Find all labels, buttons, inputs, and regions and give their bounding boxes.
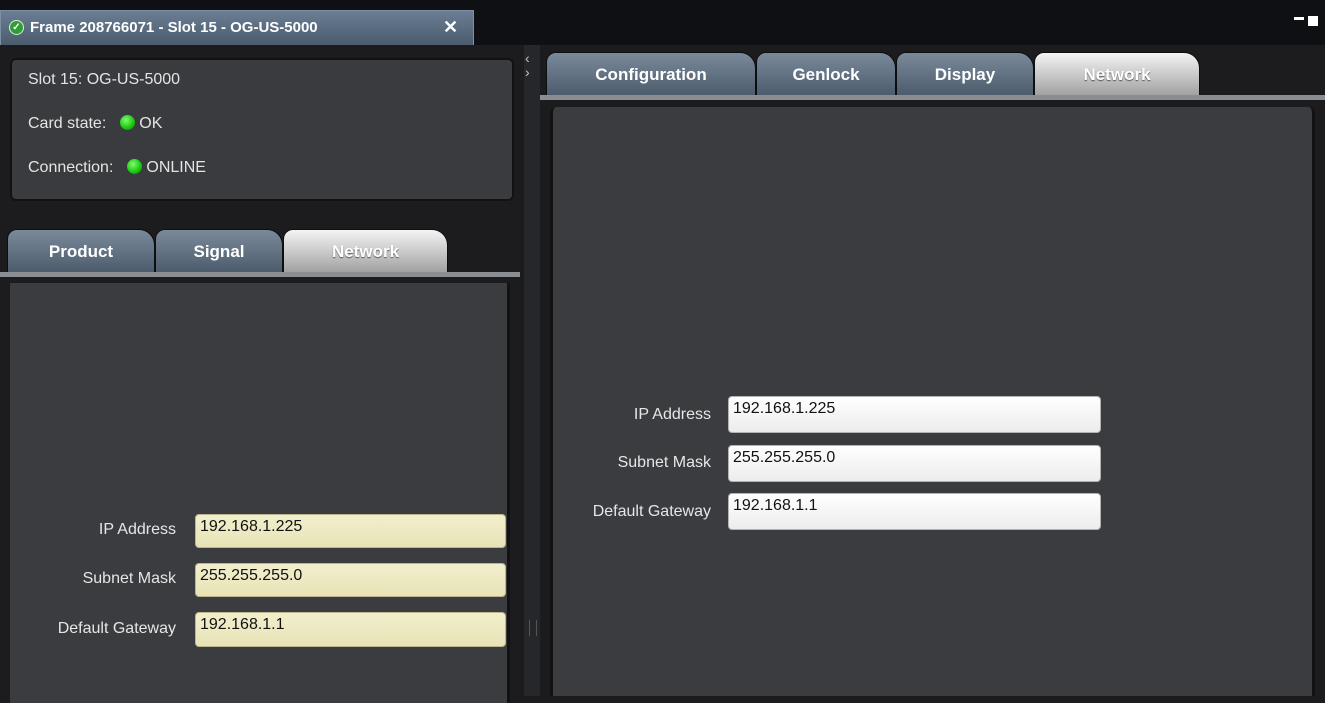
left-tab-bar: Product Signal Network — [0, 229, 524, 277]
subnet-mask-label: Subnet Mask — [617, 454, 711, 471]
tab-product[interactable]: Product — [7, 229, 155, 275]
default-gateway-label: Default Gateway — [592, 503, 711, 520]
left-network-panel: IP Address 192.168.1.225 Subnet Mask 255… — [10, 283, 510, 703]
status-online-indicator-icon — [127, 159, 143, 174]
tab-genlock[interactable]: Genlock — [756, 52, 896, 98]
collapse-arrows-icon[interactable]: ‹ › — [525, 51, 530, 79]
frame-document-tab[interactable]: ✓ Frame 208766071 - Slot 15 - OG-US-5000… — [0, 10, 474, 45]
card-info-panel: Slot 15: OG-US-5000 Card state: OK Connec… — [10, 58, 514, 201]
document-tab-strip: ✓ Frame 208766071 - Slot 15 - OG-US-5000… — [0, 0, 1325, 45]
pane-splitter[interactable]: ‹ › — [524, 45, 540, 696]
connection-label: Connection: — [28, 159, 114, 176]
frame-tab-title: Frame 208766071 - Slot 15 - OG-US-5000 — [30, 19, 318, 36]
tab-signal[interactable]: Signal — [155, 229, 283, 275]
ip-address-label: IP Address — [98, 521, 176, 538]
splitter-grip-icon[interactable] — [529, 620, 537, 636]
subnet-mask-label: Subnet Mask — [82, 570, 176, 587]
left-pane: Slot 15: OG-US-5000 Card state: OK Connec… — [0, 45, 524, 703]
ip-address-label: IP Address — [633, 406, 711, 423]
default-gateway-label: Default Gateway — [57, 620, 176, 637]
close-icon[interactable]: ✕ — [443, 17, 458, 38]
card-state-label: Card state: — [28, 115, 107, 132]
ip-address-field[interactable]: 192.168.1.225 — [195, 514, 506, 548]
default-gateway-field[interactable]: 192.168.1.1 — [728, 493, 1101, 530]
tab-display[interactable]: Display — [896, 52, 1034, 98]
tab-network[interactable]: Network — [1034, 52, 1200, 98]
card-state-row: Card state: OK — [28, 115, 162, 133]
right-tab-underline — [540, 95, 1325, 100]
right-pane: Configuration Genlock Display Network IP… — [540, 45, 1325, 696]
tab-network[interactable]: Network — [283, 229, 448, 275]
card-state-value: OK — [139, 115, 163, 132]
subnet-mask-field[interactable]: 255.255.255.0 — [728, 445, 1101, 482]
status-ok-indicator-icon — [120, 115, 136, 130]
maximize-icon[interactable] — [1308, 16, 1318, 26]
minimize-icon[interactable] — [1294, 17, 1304, 20]
ip-address-field[interactable]: 192.168.1.225 — [728, 396, 1101, 433]
connection-value: ONLINE — [146, 159, 206, 176]
right-tab-bar: Configuration Genlock Display Network — [540, 52, 1325, 98]
connection-row: Connection: ONLINE — [28, 159, 206, 177]
subnet-mask-field[interactable]: 255.255.255.0 — [195, 563, 506, 597]
slot-label: Slot 15: OG-US-5000 — [28, 71, 181, 88]
right-network-panel: IP Address 192.168.1.225 Subnet Mask 255… — [550, 107, 1315, 696]
default-gateway-field[interactable]: 192.168.1.1 — [195, 612, 506, 647]
tab-configuration[interactable]: Configuration — [546, 52, 756, 98]
left-tab-underline — [0, 272, 520, 277]
check-circle-icon: ✓ — [9, 20, 24, 35]
